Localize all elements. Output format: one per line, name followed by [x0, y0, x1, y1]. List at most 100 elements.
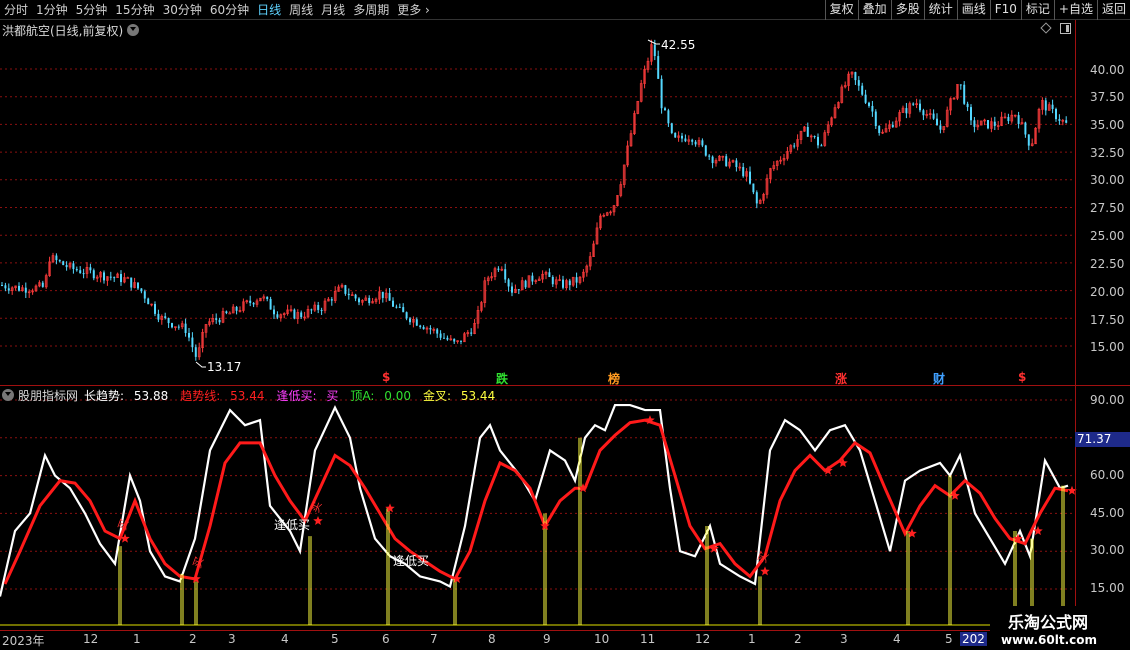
- candle-body: [684, 138, 687, 142]
- watermark-url: www.60lt.com: [1001, 633, 1098, 647]
- y-tick: 17.50: [1090, 313, 1125, 327]
- readout-value: 0.00: [384, 388, 411, 403]
- candle-body: [891, 124, 894, 128]
- candle-body: [194, 347, 197, 357]
- candle-body: [694, 141, 697, 145]
- candle-body: [657, 56, 660, 79]
- candle-body: [735, 160, 738, 168]
- event-marker-finance[interactable]: 财: [933, 370, 945, 387]
- candle-body: [912, 103, 915, 105]
- candle-body: [103, 272, 105, 281]
- candle-body: [65, 265, 68, 268]
- candle-body: [266, 296, 269, 300]
- candle-body: [497, 268, 500, 270]
- candle-body: [177, 326, 180, 328]
- candle-body: [1024, 122, 1027, 135]
- candle-body: [293, 309, 296, 319]
- candle-body: [126, 277, 130, 279]
- date-tick: 2: [794, 632, 802, 646]
- candle-body: [398, 306, 401, 308]
- candle-body: [959, 84, 962, 86]
- event-marker-dollar[interactable]: $: [382, 370, 390, 384]
- candle-body: [725, 156, 728, 167]
- candle-body: [75, 269, 78, 271]
- candle-body: [409, 318, 411, 323]
- golden-cross-readout: 金叉: 53.44: [423, 387, 501, 404]
- candle-body: [147, 298, 150, 305]
- y-tick: 30.00: [1090, 173, 1125, 187]
- event-marker-rise[interactable]: 涨: [835, 370, 847, 387]
- candle-body: [354, 294, 357, 299]
- candle-body: [191, 337, 194, 348]
- candle-body: [517, 289, 520, 291]
- candle-body: [89, 267, 92, 271]
- candle-body: [395, 306, 398, 308]
- candle-body: [793, 145, 796, 147]
- star-icon: [191, 573, 201, 583]
- candle-body: [919, 103, 921, 111]
- date-tick: 5: [331, 632, 339, 646]
- candle-body: [871, 105, 874, 112]
- date-tick: 4: [281, 632, 289, 646]
- candle-body: [436, 329, 439, 334]
- event-marker-dollar-2[interactable]: $: [1018, 370, 1026, 384]
- event-marker-fall[interactable]: 跌: [496, 370, 508, 387]
- y-tick: 22.50: [1090, 257, 1125, 271]
- candle-body: [674, 132, 677, 138]
- candle-body: [4, 285, 7, 289]
- long-trend-readout: 长趋势: 53.88: [84, 387, 174, 404]
- candle-body: [453, 338, 456, 342]
- indicator-header: 股朋指标网 长趋势: 53.88 趋势线: 53.44 逢低买: 买 顶A: 0…: [2, 387, 507, 403]
- date-tick: 3: [228, 632, 236, 646]
- buy-low-label: 逢低买: [393, 554, 429, 568]
- candle-body: [551, 276, 554, 285]
- candle-body: [18, 285, 20, 291]
- candle-body: [358, 298, 360, 303]
- candle-body: [817, 136, 819, 146]
- candle-body: [1007, 116, 1010, 122]
- candle-body: [446, 337, 449, 340]
- date-tick: 2023年: [2, 634, 45, 648]
- date-axis: 2023年 12 1 2 3 4 5 6 7 8 9 10 11 12 1 2 …: [0, 630, 1130, 650]
- readout-label: 趋势线:: [180, 388, 221, 403]
- candle-body: [79, 270, 82, 274]
- indicator-dropdown-icon[interactable]: [2, 389, 14, 401]
- candle-body: [691, 139, 694, 142]
- candle-body: [154, 304, 156, 314]
- candle-body: [511, 286, 513, 293]
- readout-value: 53.44: [230, 388, 265, 403]
- candle-body: [861, 85, 864, 95]
- candle-body: [470, 332, 473, 334]
- candle-body: [140, 288, 143, 292]
- candle-body: [143, 291, 146, 299]
- candle-body: [405, 312, 408, 319]
- candle-body: [531, 275, 534, 282]
- candle-body: [443, 337, 445, 339]
- candle-body: [664, 108, 666, 111]
- y-tick: 20.00: [1090, 285, 1125, 299]
- candle-body: [55, 255, 58, 261]
- candle-body: [711, 156, 714, 164]
- candle-body: [905, 108, 908, 114]
- candle-body: [269, 299, 272, 310]
- candle-body: [1, 285, 3, 287]
- candle-body: [344, 285, 347, 294]
- candle-body: [167, 317, 170, 324]
- date-tick-current: 202: [960, 632, 987, 646]
- candle-body: [24, 287, 27, 293]
- date-tick: 12: [695, 632, 711, 646]
- event-marker-list[interactable]: 榜: [608, 370, 620, 387]
- candle-body: [1044, 100, 1047, 111]
- candle-body: [973, 120, 976, 127]
- candle-body: [922, 110, 925, 116]
- candle-body: [806, 126, 809, 137]
- y-tick: 32.50: [1090, 146, 1125, 160]
- readout-value: 53.88: [133, 388, 169, 403]
- date-tick: 12: [83, 632, 99, 646]
- candle-body: [966, 103, 969, 108]
- candle-body: [1065, 120, 1068, 123]
- buy-mark-label: 买: [309, 500, 325, 515]
- candle-body: [820, 145, 823, 147]
- candle-body: [1017, 115, 1020, 124]
- date-tick: 5: [945, 632, 953, 646]
